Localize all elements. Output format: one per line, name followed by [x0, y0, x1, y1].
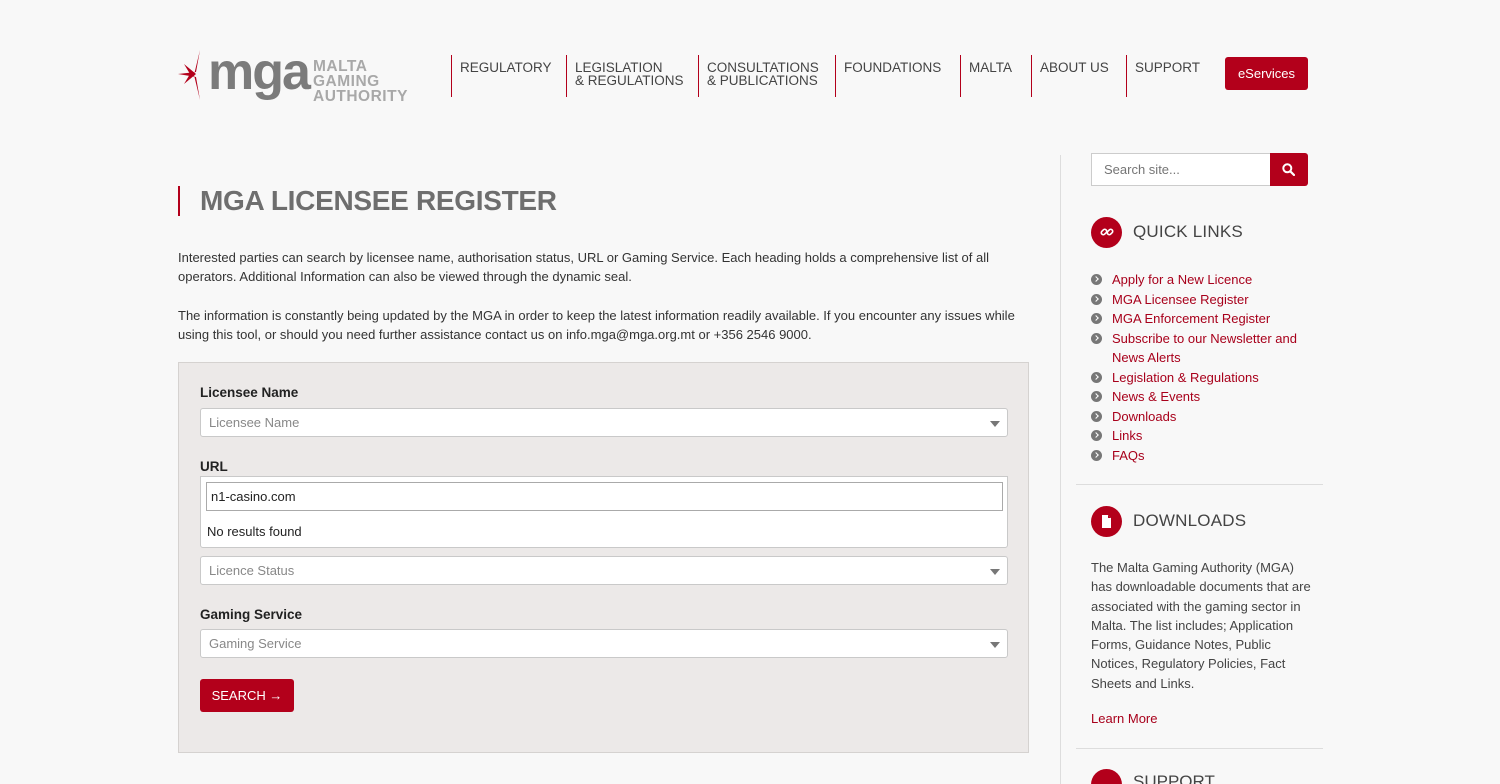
logo-subtitle: MALTA GAMING AUTHORITY: [313, 58, 408, 105]
quick-link-links[interactable]: Links: [1112, 428, 1142, 443]
support-badge: [1091, 769, 1122, 784]
chevron-circle-icon: [1091, 313, 1102, 324]
quick-links-title: QUICK LINKS: [1133, 222, 1243, 241]
nav-support[interactable]: SUPPORT: [1126, 55, 1216, 97]
gaming-service-placeholder: Gaming Service: [209, 636, 302, 651]
title-accent-bar: [178, 186, 180, 216]
downloads-badge: [1091, 506, 1122, 537]
list-item: News & Events: [1091, 387, 1321, 407]
downloads-description: The Malta Gaming Authority (MGA) has dow…: [1091, 560, 1311, 691]
quick-link-licensee-register[interactable]: MGA Licensee Register: [1112, 292, 1249, 307]
quick-links-badge: [1091, 217, 1122, 248]
nav-legislation[interactable]: LEGISLATION & REGULATIONS: [566, 55, 697, 97]
list-item: Downloads: [1091, 407, 1321, 427]
nav-consultations[interactable]: CONSULTATIONS & PUBLICATIONS: [698, 55, 834, 97]
quick-link-news-events[interactable]: News & Events: [1112, 389, 1200, 404]
chevron-circle-icon: [1091, 410, 1102, 422]
eservices-button[interactable]: eServices: [1225, 57, 1308, 90]
quick-link-newsletter[interactable]: Subscribe to our Newsletter and News Ale…: [1112, 331, 1297, 366]
nav-malta[interactable]: MALTA: [960, 55, 1031, 97]
logo-wordmark: mga: [208, 43, 311, 101]
support-title: SUPPORT: [1133, 772, 1215, 784]
url-label: URL: [200, 459, 228, 474]
quick-link-apply[interactable]: Apply for a New Licence: [1112, 272, 1252, 287]
url-dropdown: No results found: [200, 476, 1008, 548]
site-search-button[interactable]: [1270, 153, 1308, 186]
sidebar-section-divider: [1076, 748, 1323, 749]
list-item: Links: [1091, 426, 1321, 446]
chevron-circle-icon: [1091, 371, 1102, 383]
chevron-circle-icon: [1091, 391, 1102, 402]
site-search-input[interactable]: [1091, 153, 1271, 186]
sidebar-section-divider: [1076, 484, 1323, 485]
search-button[interactable]: SEARCH →: [200, 679, 294, 712]
licence-status-placeholder: Licence Status: [209, 563, 295, 578]
caret-down-icon: [990, 421, 1000, 427]
quick-link-downloads[interactable]: Downloads: [1112, 409, 1176, 424]
chevron-circle-icon: [1091, 449, 1102, 461]
nav-foundations[interactable]: FOUNDATIONS: [835, 55, 959, 97]
gaming-service-select[interactable]: Gaming Service: [200, 629, 1008, 658]
downloads-title: DOWNLOADS: [1133, 511, 1247, 530]
list-item: FAQs: [1091, 446, 1321, 466]
mga-logo[interactable]: mga MALTA GAMING AUTHORITY: [178, 43, 438, 105]
learn-more-link[interactable]: Learn More: [1091, 711, 1157, 726]
no-results-message: No results found: [207, 524, 302, 539]
link-icon: [1100, 228, 1114, 236]
chevron-circle-icon: [1091, 274, 1102, 285]
search-icon: [1282, 163, 1295, 176]
chevron-circle-icon: [1091, 332, 1102, 344]
intro-paragraph-2: The information is constantly being upda…: [178, 308, 1015, 342]
intro-paragraph-1: Interested parties can search by license…: [178, 250, 990, 284]
licensee-search-form: Licensee Name Licensee Name URL No resul…: [178, 362, 1029, 753]
mga-star-logo-icon: [178, 50, 200, 100]
nav-regulatory[interactable]: REGULATORY: [451, 55, 565, 97]
quick-link-enforcement-register[interactable]: MGA Enforcement Register: [1112, 311, 1270, 326]
licensee-name-label: Licensee Name: [200, 385, 299, 400]
nav-about-us[interactable]: ABOUT US: [1031, 55, 1125, 97]
licence-status-select[interactable]: Licence Status: [200, 556, 1008, 585]
quick-link-legislation[interactable]: Legislation & Regulations: [1112, 370, 1259, 385]
list-item: Legislation & Regulations: [1091, 368, 1321, 388]
sidebar-divider: [1060, 155, 1061, 784]
caret-down-icon: [990, 642, 1000, 648]
list-item: MGA Licensee Register: [1091, 290, 1321, 310]
page-title: MGA LICENSEE REGISTER: [200, 185, 557, 216]
gaming-service-label: Gaming Service: [200, 607, 303, 622]
list-item: Apply for a New Licence: [1091, 270, 1321, 290]
chevron-circle-icon: [1091, 293, 1102, 305]
licensee-name-placeholder: Licensee Name: [209, 415, 300, 430]
licensee-name-select[interactable]: Licensee Name: [200, 408, 1008, 437]
url-search-input[interactable]: [206, 482, 1003, 511]
list-item: MGA Enforcement Register: [1091, 309, 1321, 329]
chevron-circle-icon: [1091, 430, 1102, 441]
quick-links-list: Apply for a New Licence MGA Licensee Reg…: [1091, 270, 1321, 465]
list-item: Subscribe to our Newsletter and News Ale…: [1091, 329, 1321, 368]
caret-down-icon: [990, 569, 1000, 575]
document-icon: [1102, 515, 1111, 528]
quick-link-faqs[interactable]: FAQs: [1112, 448, 1145, 463]
